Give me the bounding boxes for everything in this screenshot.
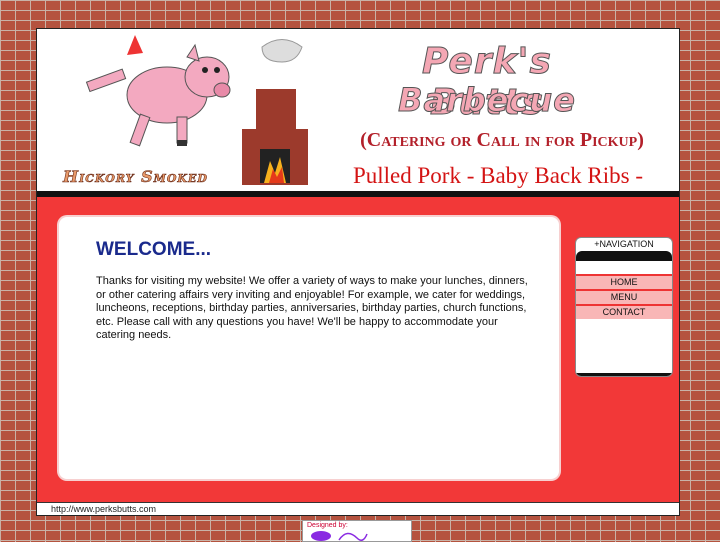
header-banner: Perk's Butts Barbecue (Catering or Call … bbox=[37, 29, 679, 214]
site-title-line2: Barbecue bbox=[398, 81, 576, 120]
designer-label: Designed by: bbox=[307, 522, 348, 529]
pig-illustration bbox=[85, 35, 231, 147]
nav-item-menu[interactable]: MENU bbox=[576, 289, 672, 304]
hickory-smoked-label: Hickory Smoked bbox=[63, 167, 208, 187]
navigation-title: +NAVIGATION bbox=[594, 239, 654, 249]
navigation-footer-bar bbox=[576, 373, 672, 376]
welcome-panel: WELCOME... Thanks for visiting my websit… bbox=[59, 217, 559, 479]
footer-url: http://www.perksbutts.com bbox=[37, 502, 679, 515]
chimney-illustration bbox=[242, 39, 308, 185]
navigation-header-bar bbox=[576, 251, 672, 261]
designer-logo-icon bbox=[311, 531, 368, 541]
catering-subtitle: (Catering or Call in for Pickup) bbox=[360, 129, 644, 151]
nav-item-home[interactable]: HOME bbox=[576, 274, 672, 289]
welcome-body: Thanks for visiting my website! We offer… bbox=[96, 275, 528, 341]
welcome-heading: WELCOME... bbox=[96, 239, 212, 260]
content-area: WELCOME... Thanks for visiting my websit… bbox=[37, 197, 679, 502]
page-frame: Perk's Butts Barbecue (Catering or Call … bbox=[36, 28, 680, 516]
nav-item-contact[interactable]: CONTACT bbox=[576, 304, 672, 319]
designer-badge[interactable]: Designed by: bbox=[302, 520, 412, 542]
navigation-box: +NAVIGATION HOME MENU CONTACT bbox=[575, 237, 673, 377]
